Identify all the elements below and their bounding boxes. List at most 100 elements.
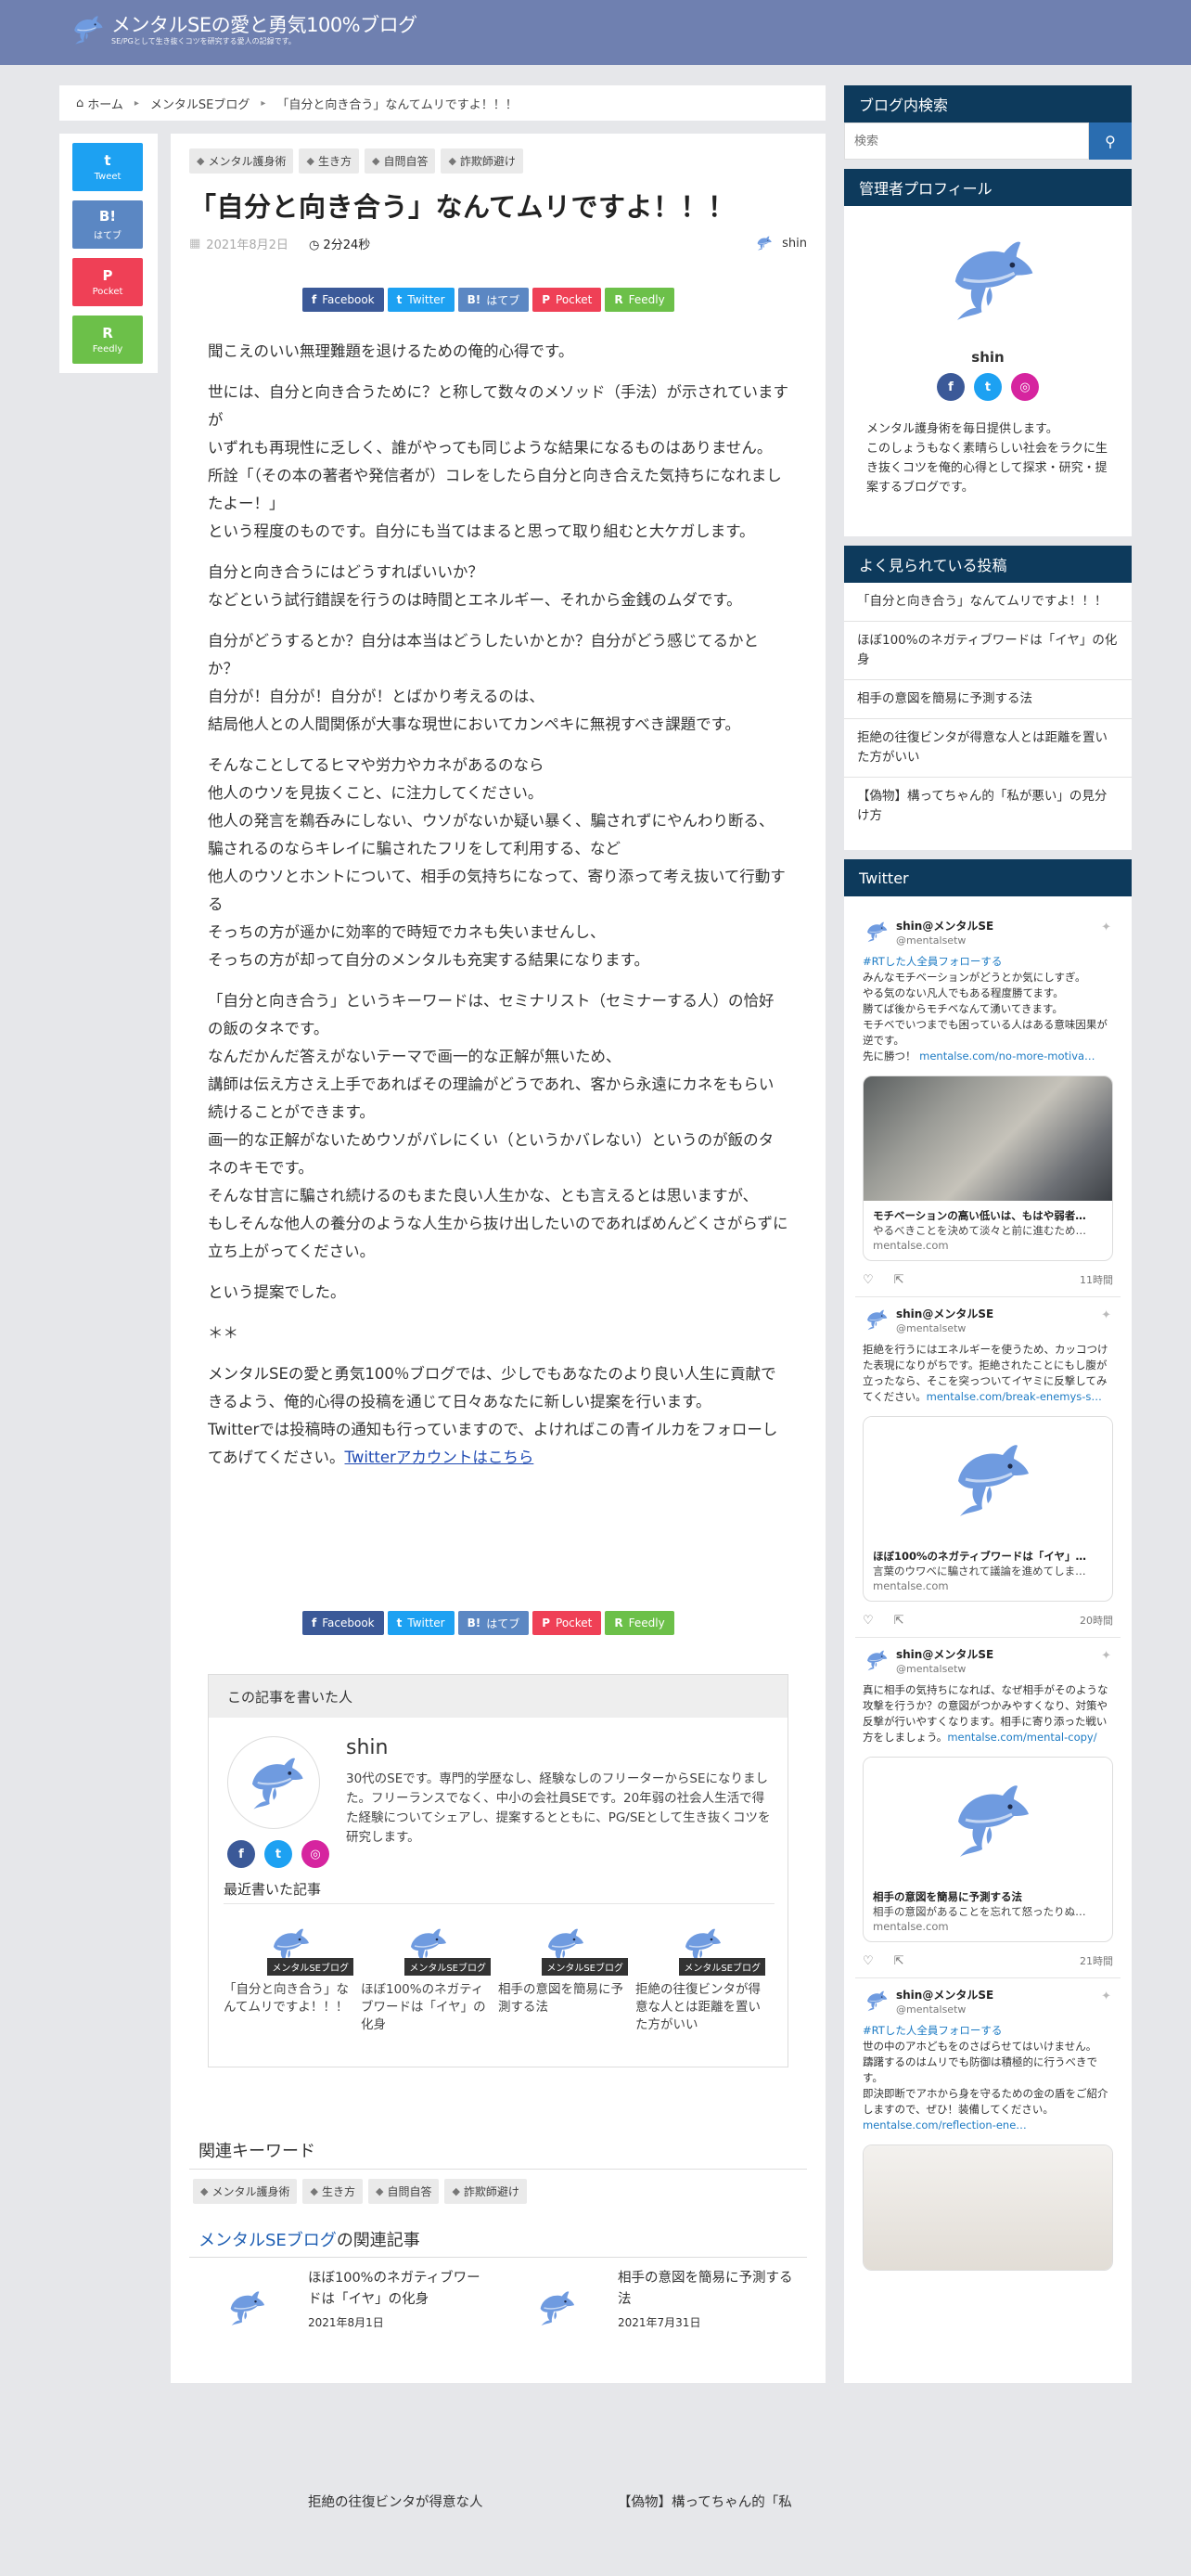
popular-post-link[interactable]: 【偽物】構ってちゃん的「私が悪い」の見分け方 bbox=[844, 778, 1132, 835]
tag[interactable]: ◆ 詐欺師避け bbox=[441, 148, 523, 174]
share-icon[interactable]: ⇱ bbox=[894, 1954, 904, 1968]
dolphin-logo-icon bbox=[65, 11, 108, 48]
calendar-icon: ▦ bbox=[189, 236, 201, 251]
tag[interactable]: ◆ 自問自答 bbox=[367, 2179, 440, 2204]
tweet-time[interactable]: 20時間 bbox=[1080, 1613, 1113, 1628]
dolphin-icon bbox=[941, 1433, 1034, 1526]
twitter-bird-icon: ✦ bbox=[1101, 1990, 1111, 2003]
breadcrumb-home[interactable]: ホーム bbox=[87, 95, 123, 112]
divider bbox=[189, 2257, 807, 2258]
tag[interactable]: ◆ メンタル護身術 bbox=[193, 2179, 298, 2204]
facebook-icon[interactable]: f bbox=[227, 1840, 255, 1868]
recent-post[interactable]: メンタルSEブログ ほぼ100%のネガティブワードは「イヤ」の化身 bbox=[361, 1916, 491, 2034]
hatena-share-button[interactable]: B! はてブ bbox=[457, 288, 530, 312]
hatena-button[interactable]: B! はてブ bbox=[72, 200, 143, 249]
card-image bbox=[864, 2145, 1112, 2270]
post-author[interactable]: shin bbox=[754, 234, 807, 252]
heart-icon[interactable]: ♡ bbox=[863, 1954, 874, 1968]
tag[interactable]: ◆ 自問自答 bbox=[364, 148, 436, 174]
tag[interactable]: ◆ メンタル護身術 bbox=[189, 148, 294, 174]
instagram-icon[interactable]: ◎ bbox=[301, 1840, 329, 1868]
avatar bbox=[863, 919, 889, 945]
popular-post-link[interactable]: 「自分と向き合う」なんてムリですよ！！！ bbox=[844, 583, 1132, 622]
recent-posts: メンタルSEブログ 「自分と向き合う」なんてムリですよ！！！ メンタルSEブログ… bbox=[224, 1916, 765, 2034]
site-title: メンタルSEの愛と勇気100%ブログ bbox=[111, 14, 417, 36]
tag-icon: ◆ bbox=[310, 2185, 318, 2197]
site-logo[interactable]: メンタルSEの愛と勇気100%ブログ SE/PGとして生き抜くコツを研究する愛人… bbox=[65, 11, 417, 48]
tweet-link-card[interactable]: 相手の意図を簡易に予測する法 相手の意図があることを忘れて怒ったりぬ… ment… bbox=[863, 1757, 1113, 1942]
tag[interactable]: ◆ 生き方 bbox=[299, 148, 359, 174]
twitter-icon[interactable]: t bbox=[264, 1840, 292, 1868]
twitter-widget: Twitter ✦ shin@メンタルSE @mentalsetw #RTした人全… bbox=[844, 859, 1132, 2383]
author-box-heading: この記事を書いた人 bbox=[209, 1675, 788, 1718]
post-tags: ◆ メンタル護身術 ◆ 生き方 ◆ 自問自答 ◆ 詐欺師避け bbox=[189, 148, 523, 174]
profile-avatar bbox=[844, 228, 1132, 330]
search-input[interactable] bbox=[844, 122, 1089, 160]
tweet-link-card[interactable]: モチベーションの高い低いは、もはや弱者… やるべきことを決めて淡々と前に進むため… bbox=[863, 1075, 1113, 1261]
recent-post[interactable]: メンタルSEブログ 「自分と向き合う」なんてムリですよ！！！ bbox=[224, 1916, 353, 2034]
search-icon: ⚲ bbox=[1105, 132, 1116, 150]
tweet[interactable]: ✦ shin@メンタルSE @mentalsetw #RTした人全員フォローする … bbox=[855, 1978, 1121, 2280]
twitter-icon[interactable]: t bbox=[974, 373, 1002, 401]
feedly-share-button[interactable]: R Feedly bbox=[605, 1611, 674, 1635]
pocket-button[interactable]: P Pocket bbox=[72, 258, 143, 306]
recent-post[interactable]: メンタルSEブログ 相手の意図を簡易に予測する法 bbox=[498, 1916, 628, 2034]
tag[interactable]: ◆ 詐欺師避け bbox=[444, 2179, 527, 2204]
paragraph: そんなことしてるヒマや労力やカネがあるのなら 他人のウソを見抜くこと、に注力して… bbox=[208, 756, 786, 969]
related-post[interactable]: 【偽物】構ってちゃん的「私 bbox=[499, 2492, 796, 2576]
twitter-heading: Twitter bbox=[844, 859, 1132, 896]
popular-heading: よく見られている投稿 bbox=[844, 546, 1132, 583]
tweet-link-card[interactable]: ほぼ100%のネガティブワードは「イヤ」… 言葉のウワベに騙されて議論を進めてし… bbox=[863, 1416, 1113, 1602]
related-post-title: ほぼ100%のネガティブワードは「イヤ」の化身 bbox=[308, 2271, 480, 2307]
related-post[interactable]: ほぼ100%のネガティブワードは「イヤ」の化身 2021年8月1日 bbox=[189, 2268, 486, 2351]
hatena-share-button[interactable]: B! はてブ bbox=[457, 1611, 530, 1635]
tweet-time[interactable]: 21時間 bbox=[1080, 1953, 1113, 1968]
related-post[interactable]: 相手の意図を簡易に予測する法 2021年7月31日 bbox=[499, 2268, 796, 2351]
tweet-button[interactable]: t Tweet bbox=[72, 143, 143, 191]
rss-icon: R bbox=[614, 1616, 623, 1629]
tweet-text: 拒絶を行うにはエネルギーを使うため、カッコつけた表現になりがちです。拒絶されたこ… bbox=[863, 1343, 1108, 1403]
tag[interactable]: ◆ 生き方 bbox=[302, 2179, 363, 2204]
recent-post[interactable]: メンタルSEブログ 拒絶の往復ビンタが得意な人とは距離を置いた方がいい bbox=[635, 1916, 765, 2034]
profile-social: f t ◎ bbox=[844, 373, 1132, 401]
recent-post-title: 拒絶の往復ビンタが得意な人とは距離を置いた方がいい bbox=[635, 1982, 761, 2032]
tweet-link-card[interactable] bbox=[863, 2145, 1113, 2271]
feedly-share-button[interactable]: R Feedly bbox=[605, 288, 674, 312]
profile-name: shin bbox=[971, 349, 1005, 366]
popular-post-link[interactable]: ほぼ100%のネガティブワードは「イヤ」の化身 bbox=[844, 622, 1132, 680]
tweet-time[interactable]: 11時間 bbox=[1080, 1272, 1113, 1287]
tweet[interactable]: ✦ shin@メンタルSE @mentalsetw 拒絶を行うにはエネルギーを使う… bbox=[855, 1297, 1121, 1638]
related-post[interactable]: 拒絶の往復ビンタが得意な人 bbox=[189, 2492, 486, 2576]
share-icon[interactable]: ⇱ bbox=[894, 1614, 904, 1628]
recent-post-title: ほぼ100%のネガティブワードは「イヤ」の化身 bbox=[361, 1982, 486, 2032]
share-icon[interactable]: ⇱ bbox=[894, 1273, 904, 1287]
tweet[interactable]: ✦ shin@メンタルSE @mentalsetw 真に相手の気持ちになれば、なぜ… bbox=[855, 1638, 1121, 1978]
search-button[interactable]: ⚲ bbox=[1089, 122, 1132, 160]
twitter-account-link[interactable]: Twitterアカウントはこちら bbox=[345, 1449, 534, 1466]
instagram-icon[interactable]: ◎ bbox=[1011, 373, 1039, 401]
recent-posts-heading: 最近書いた記事 bbox=[224, 1881, 322, 1898]
popular-post-link[interactable]: 拒絶の往復ビンタが得意な人とは距離を置いた方がいい bbox=[844, 719, 1132, 778]
twitter-share-button[interactable]: t Twitter bbox=[387, 1611, 455, 1635]
avatar bbox=[863, 1647, 889, 1673]
popular-post-link[interactable]: 相手の意図を簡易に予測する法 bbox=[844, 680, 1132, 719]
pocket-share-button[interactable]: P Pocket bbox=[532, 288, 602, 312]
pocket-share-button[interactable]: P Pocket bbox=[532, 1611, 602, 1635]
paragraph: 世には、自分と向き合うために？と称して数々のメソッド（手法）が示されていますが … bbox=[208, 383, 789, 540]
facebook-share-button[interactable]: f Facebook bbox=[302, 288, 384, 312]
heart-icon[interactable]: ♡ bbox=[863, 1273, 874, 1287]
author-name: shin bbox=[346, 1736, 389, 1759]
twitter-share-button[interactable]: t Twitter bbox=[387, 288, 455, 312]
facebook-share-button[interactable]: f Facebook bbox=[302, 1611, 384, 1635]
tag-icon: ◆ bbox=[448, 155, 456, 167]
tweet[interactable]: ✦ shin@メンタルSE @mentalsetw #RTした人全員フォローする … bbox=[855, 909, 1121, 1297]
category-badge: メンタルSEブログ bbox=[542, 1958, 628, 1976]
breadcrumb-category[interactable]: メンタルSEブログ bbox=[150, 95, 250, 112]
tweet-timeline[interactable]: ✦ shin@メンタルSE @mentalsetw #RTした人全員フォローする … bbox=[855, 909, 1121, 2280]
category-badge: メンタルSEブログ bbox=[404, 1958, 491, 1976]
feedly-button[interactable]: R Feedly bbox=[72, 316, 143, 364]
twitter-icon: t bbox=[104, 152, 111, 169]
home-icon: ⌂ bbox=[76, 96, 84, 110]
facebook-icon[interactable]: f bbox=[937, 373, 965, 401]
heart-icon[interactable]: ♡ bbox=[863, 1614, 874, 1628]
